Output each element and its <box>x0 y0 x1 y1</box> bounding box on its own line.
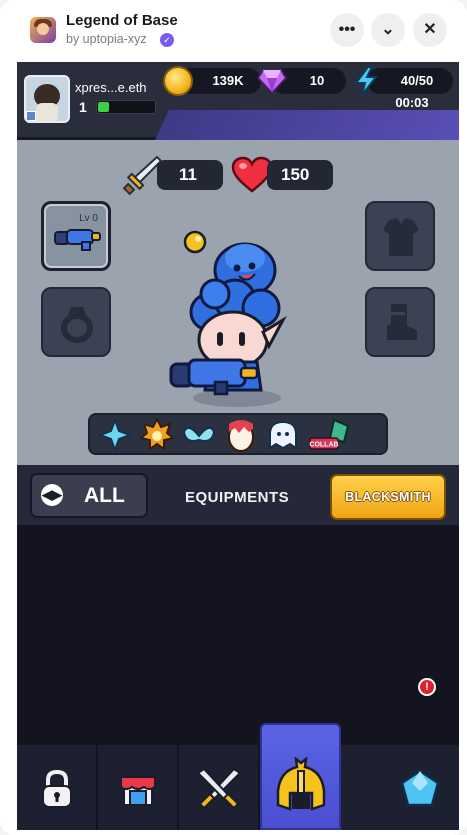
app-publisher: by uptopia-xyz <box>66 32 147 46</box>
padlock-icon <box>41 769 72 808</box>
attack-stat: 11 <box>157 160 223 190</box>
filter-all-button[interactable]: ◀▶ ALL <box>30 473 148 518</box>
game-area: xpres...e.eth 1 139K 10 40/50 00:03 11 1… <box>17 62 459 830</box>
pet-sparkle-icon[interactable] <box>98 418 132 452</box>
status-bar-stripe <box>155 110 459 140</box>
pet-egg-icon[interactable] <box>224 418 258 452</box>
player-level: 1 <box>79 99 87 115</box>
crossed-swords-icon <box>195 767 242 810</box>
more-options-button[interactable]: ••• <box>330 13 364 47</box>
pet-collab-icon[interactable]: COLLAB <box>308 418 354 452</box>
hero-character <box>169 230 287 407</box>
filter-all-label: ALL <box>84 484 125 507</box>
energy-counter[interactable]: 40/50 <box>367 68 453 94</box>
xp-bar <box>96 100 156 114</box>
pet-star-badge-icon[interactable] <box>140 418 174 452</box>
boots-slot[interactable] <box>365 287 435 357</box>
weapon-level: Lv 0 <box>79 213 98 224</box>
xp-bar-fill <box>98 102 109 112</box>
armor-slot[interactable] <box>365 201 435 271</box>
blacksmith-button[interactable]: BLACKSMITH <box>330 474 446 520</box>
player-name: xpres...e.eth <box>75 80 147 95</box>
nav-lock[interactable] <box>17 745 98 830</box>
nav-battle[interactable] <box>179 745 260 830</box>
inventory-filter-bar: ◀▶ ALL EQUIPMENTS BLACKSMITH <box>17 465 459 525</box>
pet-ghost-icon[interactable] <box>266 418 300 452</box>
minigun-icon <box>54 229 101 251</box>
pets-bar: COLLAB <box>88 413 388 455</box>
player-avatar[interactable] <box>24 75 70 123</box>
energy-bolt-icon <box>354 66 379 96</box>
verified-badge-icon: ✓ <box>160 33 174 47</box>
boots-icon <box>387 304 417 340</box>
close-button[interactable]: ✕ <box>413 13 447 47</box>
app-header: Legend of Base by uptopia-xyz ✓ ••• ⌄ ✕ <box>0 0 467 62</box>
ring-icon <box>61 307 93 343</box>
gem-icon <box>257 69 287 94</box>
nav-hero[interactable] <box>260 723 341 830</box>
energy-timer: 00:03 <box>395 95 429 110</box>
weapon-slot[interactable]: Lv 0 <box>41 201 111 271</box>
collab-tag: COLLAB <box>309 442 338 449</box>
equipments-section-label: EQUIPMENTS <box>185 489 290 506</box>
gold-coin-icon <box>163 66 193 96</box>
nav-gems[interactable] <box>379 745 459 830</box>
shop-icon <box>119 776 156 806</box>
pet-wings-icon[interactable] <box>182 418 216 452</box>
helmet-icon <box>276 757 325 811</box>
gems-alert-badge: ! <box>418 678 436 696</box>
ring-slot[interactable] <box>41 287 111 357</box>
mini-app-frame: Legend of Base by uptopia-xyz ✓ ••• ⌄ ✕ … <box>0 0 467 835</box>
health-stat: 150 <box>267 160 333 190</box>
bottom-nav <box>17 723 459 830</box>
inventory-grid <box>17 525 459 745</box>
blue-gem-icon <box>400 769 439 807</box>
swap-arrows-icon: ◀▶ <box>41 484 63 506</box>
nav-shop[interactable] <box>98 745 179 830</box>
app-title: Legend of Base <box>66 12 178 29</box>
app-logo-icon <box>30 17 56 43</box>
status-bar: xpres...e.eth 1 139K 10 40/50 00:03 <box>17 62 459 140</box>
armor-icon <box>383 218 419 256</box>
collapse-button[interactable]: ⌄ <box>371 13 405 47</box>
